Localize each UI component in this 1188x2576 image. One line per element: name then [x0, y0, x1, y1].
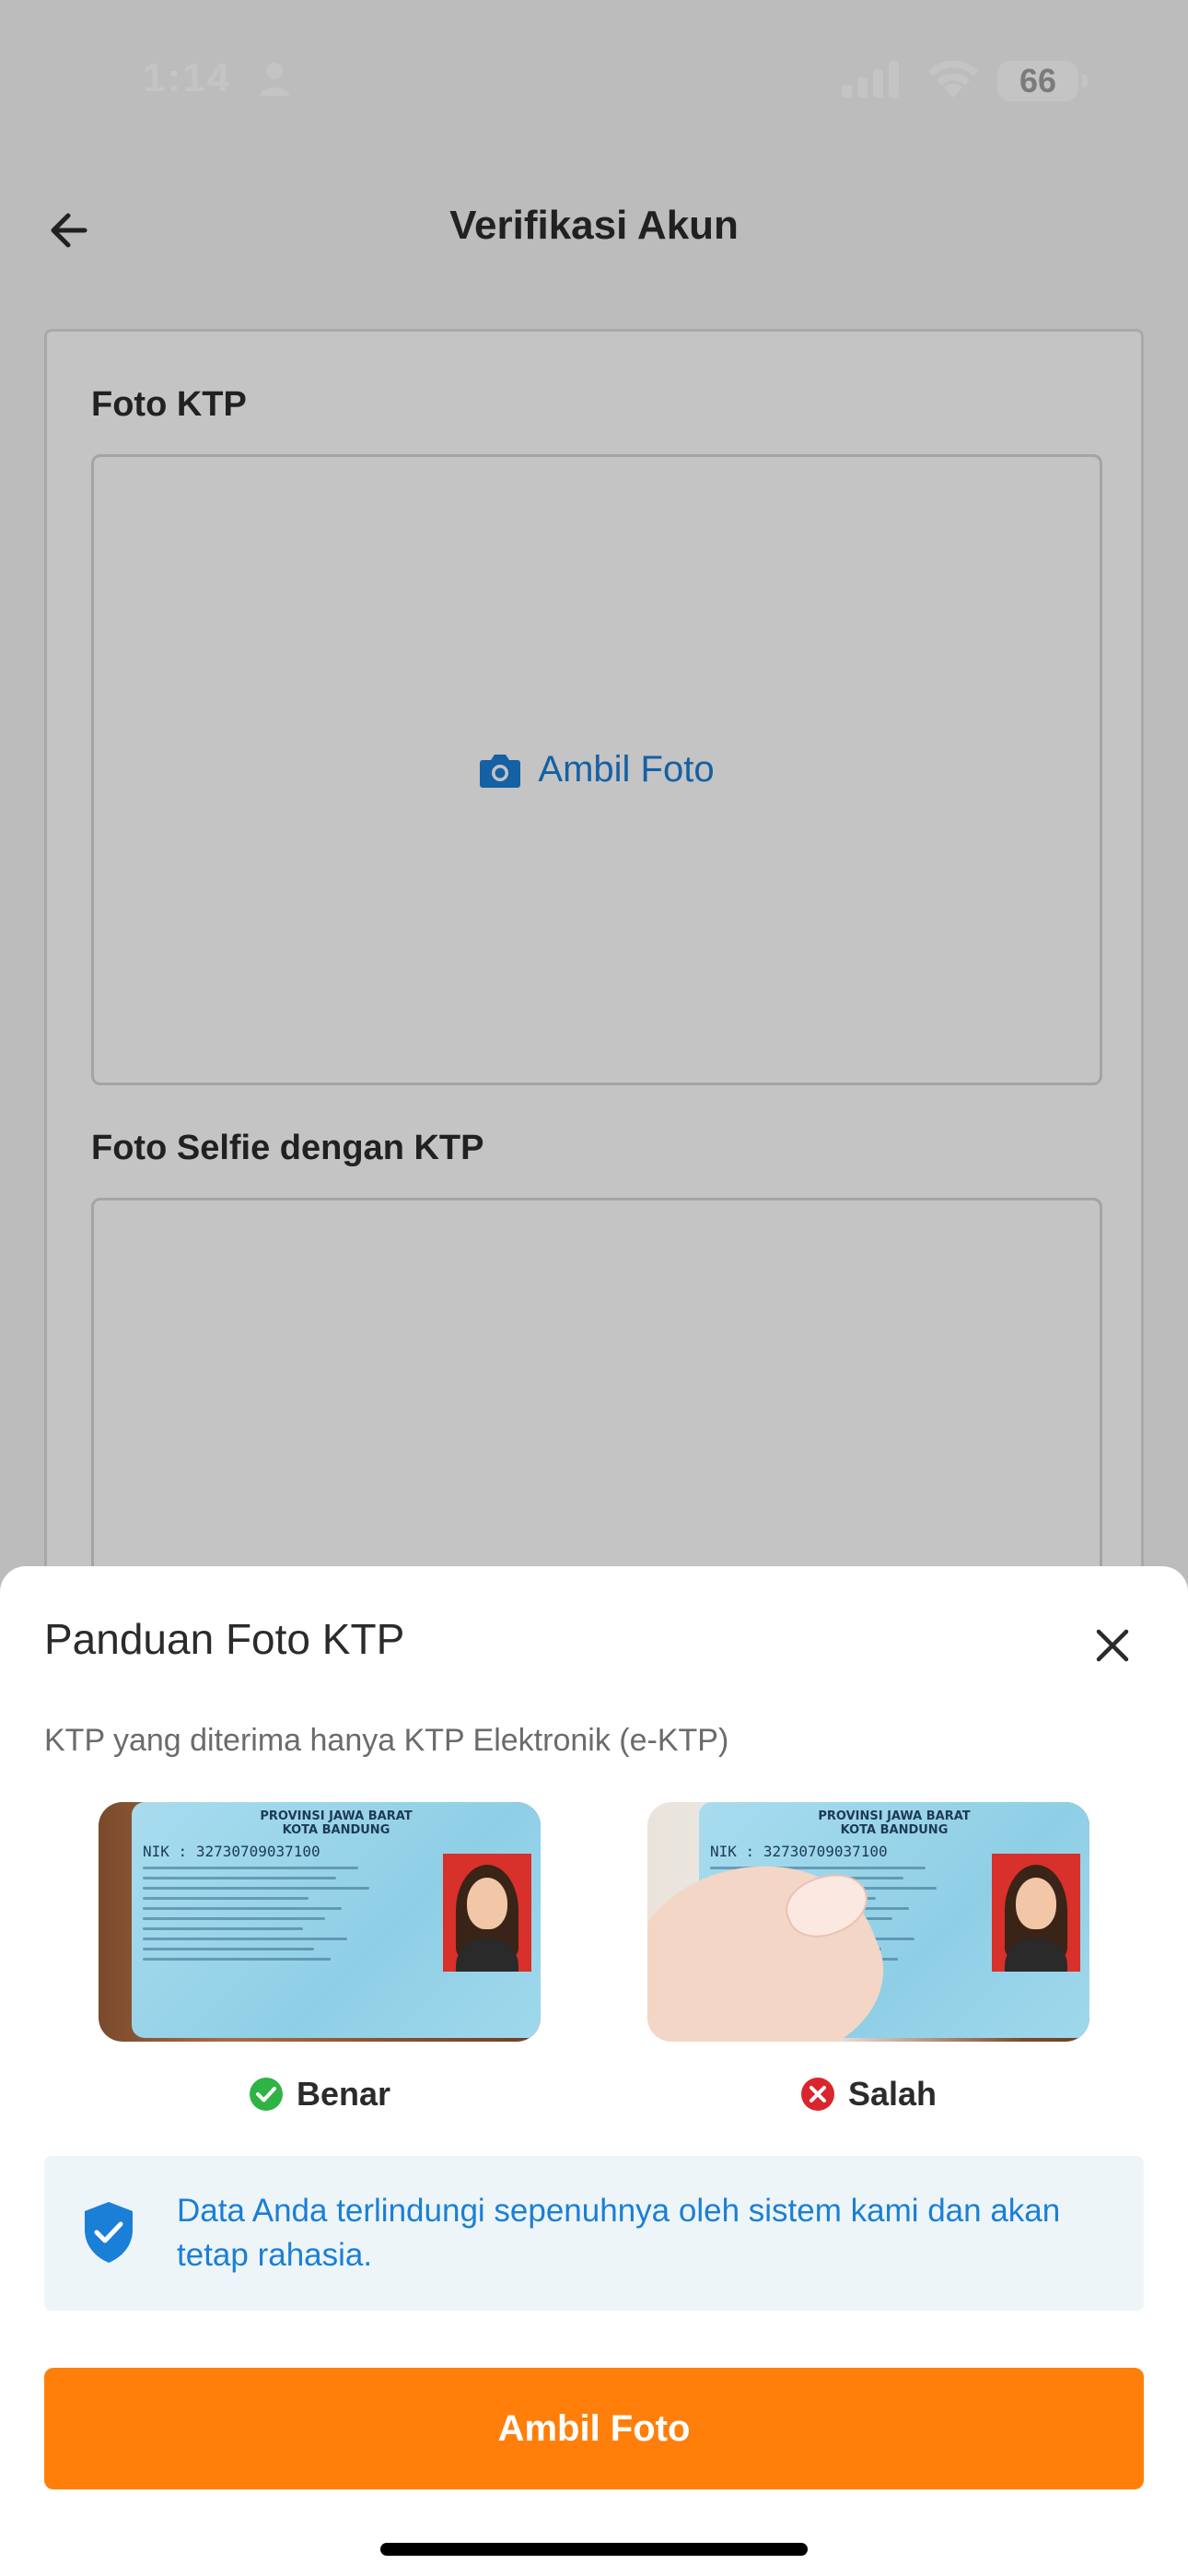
wrong-ktp-image: PROVINSI JAWA BARAT KOTA BANDUNG NIK : 3… [647, 1802, 1089, 2042]
ktp-nik-value: 32730709037100 [763, 1843, 888, 1860]
home-indicator [380, 2543, 808, 2556]
close-icon [1096, 1629, 1129, 1662]
ktp-province: PROVINSI JAWA BARAT [818, 1809, 971, 1823]
ktp-city: KOTA BANDUNG [840, 1823, 949, 1837]
correct-status: Benar [99, 2075, 541, 2113]
correct-label: Benar [296, 2075, 391, 2113]
close-button[interactable] [1087, 1620, 1138, 1671]
wrong-label: Salah [847, 2075, 938, 2113]
ktp-guide-sheet: Panduan Foto KTP KTP yang diterima hanya… [0, 1566, 1188, 2576]
ktp-details [143, 1867, 419, 1968]
shield-check-icon [85, 2202, 133, 2263]
privacy-info-box: Data Anda terlindungi sepenuhnya oleh si… [44, 2156, 1144, 2311]
ktp-nik-label: NIK [143, 1843, 169, 1860]
ktp-nik: NIK : 32730709037100 [143, 1843, 320, 1860]
correct-ktp-image: PROVINSI JAWA BARAT KOTA BANDUNG NIK : 3… [99, 1802, 541, 2042]
correct-example: PROVINSI JAWA BARAT KOTA BANDUNG NIK : 3… [99, 1802, 541, 2113]
ktp-province: PROVINSI JAWA BARAT [260, 1809, 413, 1823]
ktp-city: KOTA BANDUNG [282, 1823, 390, 1837]
ktp-header: PROVINSI JAWA BARAT KOTA BANDUNG [699, 1809, 1089, 1837]
sheet-title: Panduan Foto KTP [44, 1615, 405, 1663]
ktp-nik-label: NIK [710, 1843, 737, 1860]
ktp-photo [992, 1854, 1080, 1972]
ktp-nik: NIK : 32730709037100 [710, 1843, 888, 1860]
ktp-header: PROVINSI JAWA BARAT KOTA BANDUNG [132, 1809, 541, 1837]
x-circle-icon [800, 2078, 834, 2111]
take-photo-button[interactable]: Ambil Foto [44, 2368, 1144, 2489]
ktp-nik-value: 32730709037100 [195, 1843, 320, 1860]
ktp-card: PROVINSI JAWA BARAT KOTA BANDUNG NIK : 3… [132, 1802, 541, 2038]
ktp-photo [443, 1854, 531, 1972]
check-circle-icon [249, 2078, 283, 2111]
wrong-example: PROVINSI JAWA BARAT KOTA BANDUNG NIK : 3… [647, 1802, 1089, 2113]
sheet-subtitle: KTP yang diterima hanya KTP Elektronik (… [44, 1723, 729, 1758]
wrong-status: Salah [647, 2075, 1089, 2113]
privacy-info-text: Data Anda terlindungi sepenuhnya oleh si… [177, 2193, 1061, 2273]
